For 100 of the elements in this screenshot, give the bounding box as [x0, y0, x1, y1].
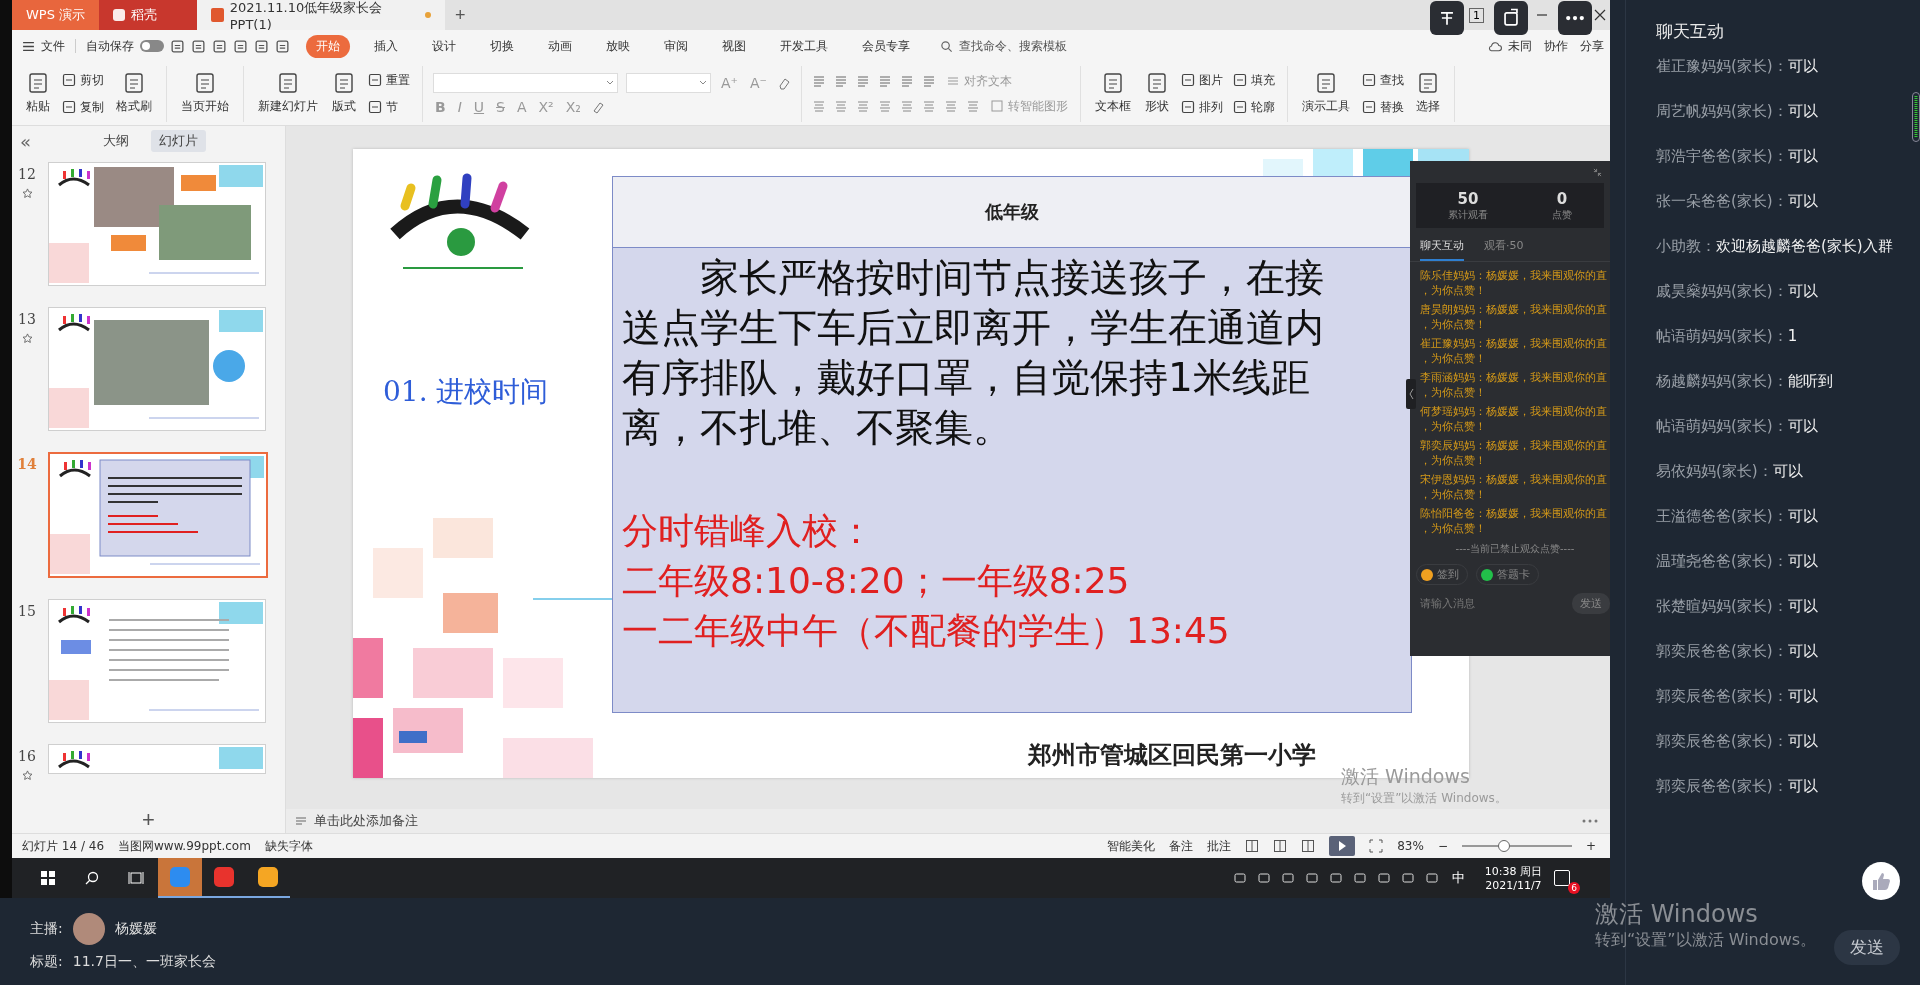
share-control-icon[interactable]: [1430, 1, 1464, 35]
beautify-button[interactable]: 智能美化: [1107, 837, 1156, 855]
ribbon-tab[interactable]: 会员专享: [852, 34, 920, 58]
ribbon-button[interactable]: 演示工具: [1297, 70, 1354, 117]
clock-time: 10:38 周日: [1484, 864, 1542, 879]
ribbon-button[interactable]: 选择: [1411, 70, 1444, 117]
missing-fonts-button[interactable]: 缺失字体: [264, 837, 313, 855]
ribbon-tab[interactable]: 放映: [596, 34, 640, 58]
view-mode-icon[interactable]: [1245, 839, 1260, 853]
window-count-badge[interactable]: 1: [1469, 7, 1484, 23]
comments-button[interactable]: 批注: [1207, 837, 1232, 855]
ribbon-button[interactable]: 图片: [1178, 70, 1225, 90]
ribbon-button[interactable]: 重置: [366, 70, 412, 90]
panel-tab[interactable]: 幻灯片: [151, 130, 206, 152]
ribbon-tab[interactable]: 开发工具: [770, 34, 838, 58]
shrink-icon[interactable]: [1593, 167, 1602, 177]
notes-button[interactable]: 备注: [1169, 837, 1194, 855]
ribbon-tab[interactable]: 插入: [364, 34, 408, 58]
panel-tab[interactable]: 大纲: [95, 130, 137, 152]
chat-message: 周艺帆妈妈(家长)：可以: [1656, 101, 1819, 122]
tray-icon[interactable]: [1424, 871, 1439, 885]
quick-access-icon[interactable]: [233, 38, 248, 54]
tray-icon[interactable]: [1304, 871, 1319, 885]
text-box[interactable]: 低年级 家长严格按时间节点接送孩子，在接送点学生下车后立即离开，学生在通道内有序排队，戴好口罩，自觉保持1米线距离，不扎堆、不聚集。 分时错峰入校： 二年级8:10-8:20；一年级8:25 一二年级中午（不配餐的学生）13:45: [612, 176, 1412, 713]
task-view-icon[interactable]: [128, 870, 144, 886]
view-mode-icon[interactable]: [1301, 839, 1316, 853]
ribbon-button[interactable]: 粘贴: [22, 70, 54, 117]
menu-link[interactable]: 分享: [1580, 37, 1604, 55]
ribbon-button[interactable]: 排列: [1178, 97, 1225, 117]
zoom-in-button[interactable]: +: [1585, 839, 1596, 853]
quick-access-icon[interactable]: [254, 38, 269, 54]
ribbon-tab[interactable]: 视图: [712, 34, 756, 58]
ribbon-button[interactable]: 轮廓: [1230, 97, 1277, 117]
ribbon-button[interactable]: 版式: [328, 70, 360, 117]
add-slide-button[interactable]: +: [136, 808, 161, 832]
input-method-indicator[interactable]: 中: [1451, 869, 1465, 887]
slide-thumbnail[interactable]: [48, 452, 268, 578]
notes-bar[interactable]: 单击此处添加备注: [286, 809, 1610, 833]
scrollbar[interactable]: [1912, 92, 1920, 142]
more-icon[interactable]: [1558, 1, 1592, 35]
send-button[interactable]: 发送: [1834, 930, 1900, 965]
chat-tab[interactable]: 观看·50: [1484, 238, 1524, 261]
play-button[interactable]: [1329, 836, 1356, 856]
tray-icon[interactable]: [1280, 871, 1295, 885]
fit-window-icon[interactable]: [1369, 839, 1384, 853]
close-icon[interactable]: [1594, 9, 1606, 21]
menu-link[interactable]: 协作: [1544, 37, 1568, 55]
slide-thumbnail[interactable]: [48, 307, 266, 431]
slide-thumbnail[interactable]: [48, 162, 266, 286]
quick-access-icon[interactable]: [191, 38, 206, 54]
view-mode-icon[interactable]: [1273, 839, 1288, 853]
notification-icon[interactable]: [1554, 870, 1570, 886]
menu-link[interactable]: 未同: [1508, 37, 1532, 55]
tray-icon[interactable]: [1352, 871, 1367, 885]
ribbon-tab[interactable]: 切换: [480, 34, 524, 58]
search-icon[interactable]: [84, 870, 100, 886]
caret-icon: [699, 79, 707, 86]
ribbon-button[interactable]: 当页开始: [177, 70, 233, 117]
slider-thumb[interactable]: [1497, 840, 1510, 852]
menu-icon[interactable]: [22, 39, 35, 53]
font-name-field[interactable]: [433, 72, 618, 93]
ribbon-button[interactable]: 形状: [1140, 70, 1173, 117]
command-search-field[interactable]: 查找命令、搜索模板: [940, 38, 1101, 54]
quick-access-icon[interactable]: [275, 38, 290, 54]
collapse-button[interactable]: «: [20, 130, 31, 152]
quick-access-icon[interactable]: [212, 38, 227, 54]
ribbon-button[interactable]: 查找: [1359, 70, 1406, 90]
quick-access-icon[interactable]: [170, 38, 185, 54]
ribbon-tab[interactable]: 动画: [538, 34, 582, 58]
slide-thumbnail[interactable]: [48, 599, 266, 723]
zoom-out-button[interactable]: −: [1437, 839, 1448, 853]
autosave-toggle[interactable]: [140, 40, 164, 52]
thumbs-up-button[interactable]: [1862, 862, 1900, 900]
ribbon-button[interactable]: 替换: [1359, 97, 1406, 117]
tray-icon[interactable]: [1400, 871, 1415, 885]
chat-message: 帖语萌妈妈(家长)：1: [1656, 326, 1799, 347]
chat-tab[interactable]: 聊天互动: [1420, 238, 1464, 261]
slide-thumbnail[interactable]: [48, 744, 266, 774]
file-menu[interactable]: 文件: [41, 37, 65, 55]
slide-marker: [399, 731, 427, 743]
ribbon-button[interactable]: 新建幻灯片: [254, 70, 322, 117]
ribbon-button[interactable]: 剪切: [60, 70, 106, 90]
tray-icon[interactable]: [1232, 871, 1247, 885]
app-tab[interactable]: 2021.11.10低年级家长会PPT(1): [197, 0, 446, 30]
ribbon-tab[interactable]: 审阅: [654, 34, 698, 58]
new-tab-button[interactable]: +: [445, 0, 476, 30]
ribbon-button[interactable]: 节: [366, 97, 412, 117]
ribbon-button[interactable]: 复制: [60, 97, 106, 117]
font-size-field[interactable]: [626, 72, 711, 93]
ribbon-button[interactable]: 格式刷: [112, 70, 156, 117]
rotate-screen-icon[interactable]: [1494, 1, 1528, 35]
tray-icon[interactable]: [1376, 871, 1391, 885]
tray-icon[interactable]: [1328, 871, 1343, 885]
tray-icon[interactable]: [1256, 871, 1271, 885]
collapse-tab-icon[interactable]: [1406, 379, 1416, 409]
windows-start-icon[interactable]: [40, 870, 56, 886]
ribbon-tab[interactable]: 设计: [422, 34, 466, 58]
app-tab[interactable]: 稻壳: [99, 0, 198, 30]
ribbon-button[interactable]: 文本框: [1090, 70, 1135, 117]
ribbon-button[interactable]: 填充: [1230, 70, 1277, 90]
